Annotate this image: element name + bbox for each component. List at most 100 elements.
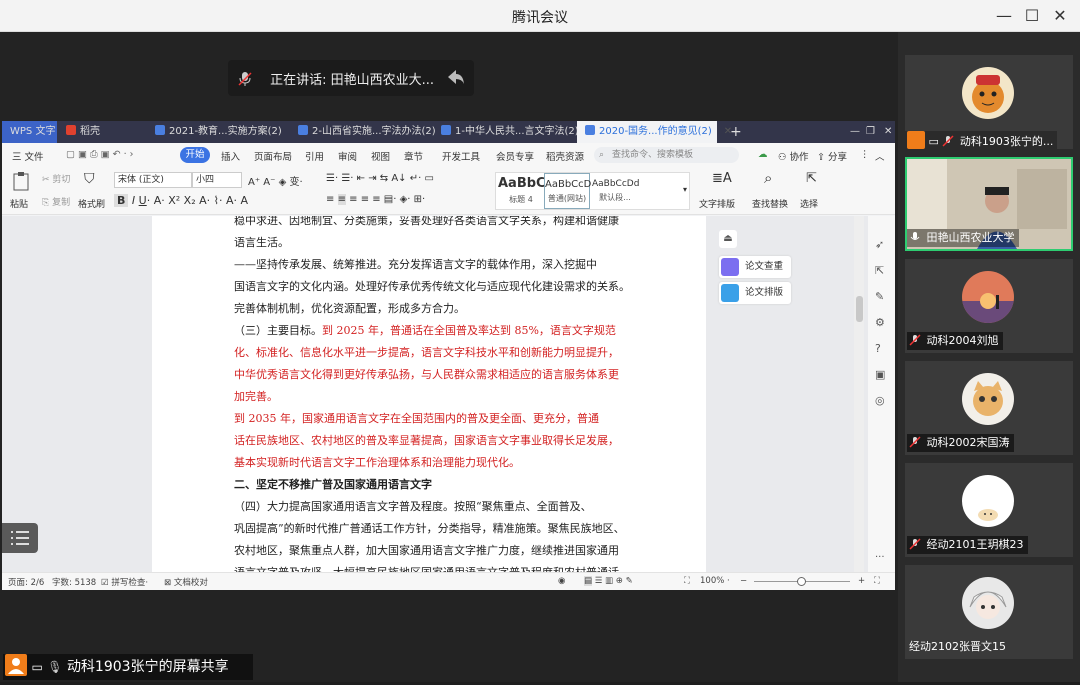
proofread[interactable]: ⊠ 文档校对 <box>164 576 208 588</box>
copy-button[interactable]: ⎘ 复制 <box>42 195 70 208</box>
participant-tile[interactable]: ▭ 动科1903张宁的... <box>905 55 1073 149</box>
close-icon[interactable]: ✕ <box>1046 4 1074 28</box>
style-normal-web[interactable]: AaBbCcD 普通(网站) <box>544 173 591 209</box>
vertical-scrollbar[interactable] <box>854 216 864 572</box>
format-painter-button[interactable]: 格式刷 <box>78 197 105 210</box>
doc-line: 农村地区，聚焦重点人群，加大国家通用语言文字推广力度，继续推进国家通用 <box>234 544 619 557</box>
list-toggle-button[interactable] <box>2 523 38 553</box>
view-mode-icons[interactable]: ▤ ☰ ▥ ⊕ ✎ <box>584 576 633 586</box>
cursor-icon[interactable]: ⇱ <box>875 264 884 277</box>
collapse-ribbon-icon[interactable]: ︿ <box>875 149 885 163</box>
image-icon[interactable]: ▣ <box>875 368 885 381</box>
style-default[interactable]: AaBbCcDd 默认段... <box>592 173 639 209</box>
help-icon[interactable]: ? <box>875 342 881 355</box>
word-count[interactable]: 字数: 5138 <box>52 576 96 588</box>
format-painter-icon[interactable]: ⛉ <box>84 171 95 187</box>
fit-icon[interactable]: ⛶ <box>684 576 690 586</box>
spell-check[interactable]: ☑ 拼写检查· <box>101 576 148 588</box>
doc-line: 语言生活。 <box>234 236 289 249</box>
zoom-out-icon[interactable]: − <box>740 576 747 586</box>
rocket-icon[interactable]: ➶ <box>875 238 884 251</box>
page-indicator[interactable]: 页面: 2/6 <box>8 576 44 588</box>
back-arrow-icon[interactable] <box>446 68 466 86</box>
command-search[interactable]: ⌕ 查找命令、搜索模板 <box>594 147 739 163</box>
text-format-tools[interactable]: B I U· A· X² X₂ A· ⌇· A· A <box>114 194 248 207</box>
settings-icon[interactable]: ⚙ <box>875 316 885 329</box>
menu-dev-tools[interactable]: 开发工具 <box>442 149 480 163</box>
paper-layout-button[interactable]: 论文排版 <box>719 282 791 304</box>
paragraph-tools[interactable]: ☰· ☰· ⇤ ⇥ ⇆ A↓ ↵· ▭ <box>326 173 434 184</box>
participant-tile[interactable]: 经动2101王玥棋23 <box>905 463 1073 557</box>
more-icon[interactable]: ⋮ <box>860 149 870 160</box>
location-icon[interactable]: ◎ <box>875 394 885 407</box>
participant-tile[interactable]: 动科2002宋国涛 <box>905 361 1073 455</box>
close-icon[interactable]: ✕ <box>876 121 892 143</box>
select-button[interactable]: 选择 <box>800 197 818 210</box>
participant-tile[interactable]: 动科2004刘旭 <box>905 259 1073 353</box>
menu-file[interactable]: 三 文件 <box>12 149 44 163</box>
paste-icon[interactable] <box>12 171 30 191</box>
zoom-level[interactable]: 100% · <box>700 576 730 586</box>
tab-doc-2[interactable]: 2-山西省实施...字法办法(2) <box>290 121 436 143</box>
paper-layout-icon <box>721 284 739 302</box>
select-cursor-icon[interactable]: ⇱ <box>806 171 817 186</box>
style-gallery: AaBbC 标题 4 AaBbCcD 普通(网站) AaBbCcDd 默认段..… <box>495 172 690 210</box>
menu-page-layout[interactable]: 页面布局 <box>254 149 292 163</box>
paste-button[interactable]: 粘贴 <box>10 197 28 210</box>
muted-mic-icon <box>909 436 921 448</box>
style-more-icon[interactable]: ▾ <box>683 185 687 194</box>
text-layout-button[interactable]: 文字排版 <box>699 197 735 210</box>
tab-doc-1[interactable]: 2021-教育...实施方案(2) <box>147 121 289 143</box>
font-size-tools[interactable]: A⁺ A⁻ ◈ 变· <box>248 173 303 188</box>
menu-start[interactable]: 开始 <box>180 147 210 163</box>
align-tools[interactable]: ≡ ≡ ≡ ≡ ≡ ▤· ◈· ⊞· <box>326 194 425 205</box>
menu-chapter[interactable]: 章节 <box>404 149 423 163</box>
fullscreen-icon[interactable]: ⛶ <box>874 576 880 586</box>
zoom-slider-knob[interactable] <box>797 577 806 586</box>
participant-tile-active[interactable]: 田艳山西农业大学 <box>905 157 1073 251</box>
tab-doc-3[interactable]: 1-中华人民共...言文字法(2) <box>433 121 579 143</box>
participant-name: ▭ 动科1903张宁的... <box>905 131 1058 149</box>
doc-line: 完善体制机制，优化资源配置，形成多方合力。 <box>234 302 465 315</box>
minimize-icon[interactable]: — <box>990 4 1018 28</box>
menu-insert[interactable]: 插入 <box>221 149 240 163</box>
menu-member[interactable]: 会员专享 <box>496 149 534 163</box>
menu-view[interactable]: 视图 <box>371 149 390 163</box>
tab-docer[interactable]: 稻壳 <box>58 121 146 143</box>
more-icon[interactable]: ··· <box>875 552 885 563</box>
text-layout-icon[interactable]: ≣A <box>712 171 732 186</box>
font-select[interactable]: 宋体 (正文) <box>114 172 192 188</box>
cut-button[interactable]: ✂ 剪切 <box>42 172 70 185</box>
menu-docer-resources[interactable]: 稻壳资源 <box>546 149 584 163</box>
participant-tile[interactable]: 经动2102张晋文15 <box>905 565 1073 659</box>
scrollbar-thumb[interactable] <box>856 296 863 322</box>
collapse-panel-icon[interactable]: ⏏ <box>719 230 737 248</box>
paper-check-button[interactable]: 论文查重 <box>719 256 791 278</box>
wps-tab-bar: WPS 文字 稻壳 2021-教育...实施方案(2) 2-山西省实施...字法… <box>2 121 895 143</box>
document-page[interactable]: 稳中求进、因地制宜、分类施策，妥善处理好各类语言文字关系，构建和谐健康 语言生活… <box>152 216 706 572</box>
avatar <box>962 373 1014 425</box>
menu-reference[interactable]: 引用 <box>305 149 324 163</box>
zoom-in-icon[interactable]: + <box>858 576 865 586</box>
participant-name: 经动2101王玥棋23 <box>907 536 1028 554</box>
maximize-icon[interactable]: ☐ <box>1018 4 1046 28</box>
collab-button[interactable]: ⚇ 协作 <box>778 149 809 163</box>
eye-icon[interactable]: ◉ <box>558 576 565 586</box>
cloud-icon[interactable]: ☁ <box>758 149 768 160</box>
find-icon[interactable]: ⌕ <box>764 169 772 187</box>
restore-icon[interactable]: ❐ <box>858 121 875 143</box>
font-size-select[interactable]: 小四 <box>192 172 242 188</box>
tab-doc-4[interactable]: 2020-国务...作的意见(2) ✕ <box>577 121 732 143</box>
doc-line: （三）主要目标。到 2025 年，普通话在全国普及率达到 85%，语言文字规范 <box>234 320 628 342</box>
avatar <box>962 475 1014 527</box>
find-replace-button[interactable]: 查找替换 <box>752 197 788 210</box>
menu-review[interactable]: 审阅 <box>338 149 357 163</box>
share-button[interactable]: ⇪ 分享 <box>817 149 847 163</box>
style-heading4[interactable]: AaBbC 标题 4 <box>498 173 546 209</box>
quick-toolbar[interactable]: ▢ ▣ ⎙ ▣ ↶ · › <box>66 149 133 160</box>
new-tab-icon[interactable]: + <box>722 121 742 143</box>
avatar <box>962 271 1014 323</box>
doc-line: 基本实现新时代语言文字工作治理体系和治理能力现代化。 <box>234 456 520 469</box>
pen-icon[interactable]: ✎ <box>875 290 884 303</box>
tab-wps[interactable]: WPS 文字 <box>2 121 57 143</box>
